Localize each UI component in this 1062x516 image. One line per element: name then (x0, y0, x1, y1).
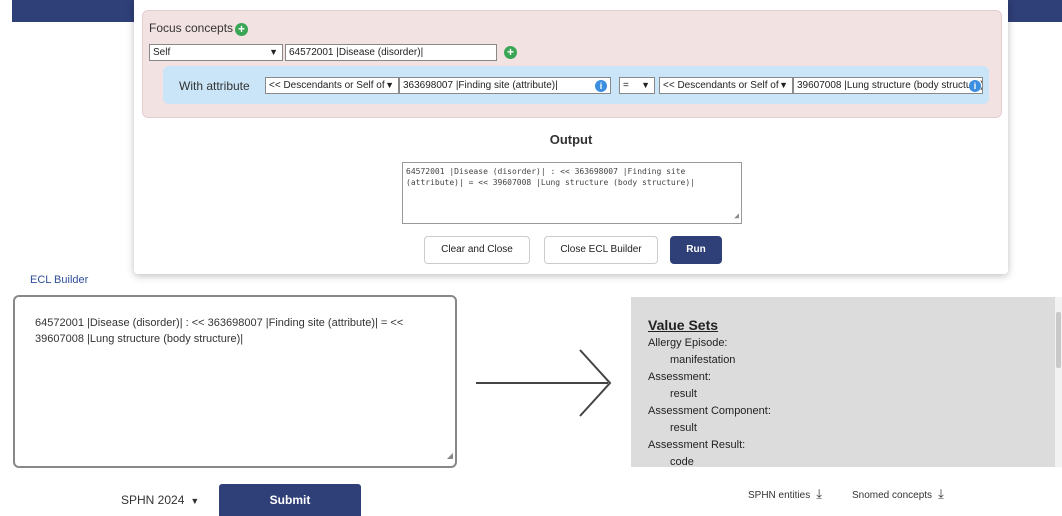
add-concept-icon[interactable]: + (504, 46, 517, 59)
ecl-builder-link[interactable]: ECL Builder (30, 274, 88, 286)
version-select[interactable]: SPHN 2024 ▼ (121, 493, 199, 507)
info-icon[interactable]: i (969, 80, 981, 92)
attribute-panel: With attribute << Descendants or Self of… (163, 66, 989, 104)
focus-constraint-value: Self (153, 47, 171, 58)
attribute-operator-value: << Descendants or Self of (269, 80, 385, 91)
add-focus-concept-icon[interactable]: + (235, 23, 248, 36)
resize-handle-icon[interactable]: ◢ (734, 210, 739, 221)
list-item: Assessment Result: (648, 439, 746, 451)
chevron-down-icon: ▼ (269, 47, 278, 57)
close-ecl-builder-button[interactable]: Close ECL Builder (544, 236, 658, 264)
scrollbar-thumb[interactable] (1056, 312, 1061, 368)
version-value: SPHN 2024 (121, 493, 185, 507)
focus-constraint-select[interactable]: Self ▼ (149, 44, 283, 61)
run-button[interactable]: Run (670, 236, 722, 264)
info-icon[interactable]: i (595, 80, 607, 92)
output-textarea[interactable]: 64572001 |Disease (disorder)| : << 36369… (402, 162, 742, 224)
list-subitem: result (670, 422, 697, 434)
download-icon: ⤓ (938, 486, 944, 501)
arrow-right-icon (476, 349, 612, 417)
list-item: Allergy Episode: (648, 337, 728, 349)
value-sets-title: Value Sets (648, 317, 719, 333)
chevron-down-icon: ▼ (385, 80, 394, 90)
chevron-down-icon: ▼ (641, 80, 650, 90)
value-sets-list: Allergy Episode: manifestation Assessmen… (648, 335, 771, 467)
comparison-operator-select[interactable]: = ▼ (619, 77, 655, 94)
query-text: 64572001 |Disease (disorder)| : << 36369… (35, 317, 404, 345)
attribute-concept-input[interactable]: 363698007 |Finding site (attribute)| (399, 77, 611, 94)
clear-and-close-button[interactable]: Clear and Close (424, 236, 530, 264)
output-title: Output (549, 132, 593, 147)
comparison-operator-value: = (623, 80, 629, 91)
submit-button[interactable]: Submit (219, 484, 361, 516)
header-bar-left (12, 0, 134, 22)
output-text: 64572001 |Disease (disorder)| : << 36369… (406, 167, 695, 187)
list-item: Assessment: (648, 371, 711, 383)
sphn-entities-label: SPHN entities (748, 490, 811, 501)
snomed-concepts-label: Snomed concepts (852, 490, 933, 501)
snomed-concepts-download[interactable]: Snomed concepts ⤓ (852, 486, 944, 502)
query-textarea[interactable]: 64572001 |Disease (disorder)| : << 36369… (13, 295, 457, 468)
list-subitem: manifestation (670, 354, 736, 366)
list-subitem: result (670, 388, 697, 400)
value-operator-value: << Descendants or Self of (663, 80, 779, 91)
list-item: Assessment Component: (648, 405, 771, 417)
chevron-down-icon: ▼ (779, 80, 788, 90)
chevron-down-icon: ▼ (190, 496, 200, 506)
focus-concepts-panel: Focus concepts + Self ▼ 64572001 |Diseas… (142, 10, 1002, 118)
value-sets-panel: Value Sets Allergy Episode: manifestatio… (631, 297, 1055, 467)
download-icon: ⤓ (816, 486, 822, 501)
value-operator-select[interactable]: << Descendants or Self of ▼ (659, 77, 793, 94)
focus-concepts-label: Focus concepts (149, 21, 234, 35)
focus-concept-input[interactable]: 64572001 |Disease (disorder)| (285, 44, 497, 61)
ecl-builder-modal: Focus concepts + Self ▼ 64572001 |Diseas… (134, 0, 1008, 274)
value-concept-input[interactable]: 39607008 |Lung structure (body structure… (793, 77, 983, 94)
attribute-operator-select[interactable]: << Descendants or Self of ▼ (265, 77, 399, 94)
header-bar-right (1008, 0, 1062, 22)
resize-handle-icon[interactable]: ◢ (447, 448, 453, 464)
sphn-entities-download[interactable]: SPHN entities ⤓ (748, 486, 822, 502)
list-subitem: code (670, 456, 694, 467)
with-attribute-label: With attribute (179, 79, 250, 93)
